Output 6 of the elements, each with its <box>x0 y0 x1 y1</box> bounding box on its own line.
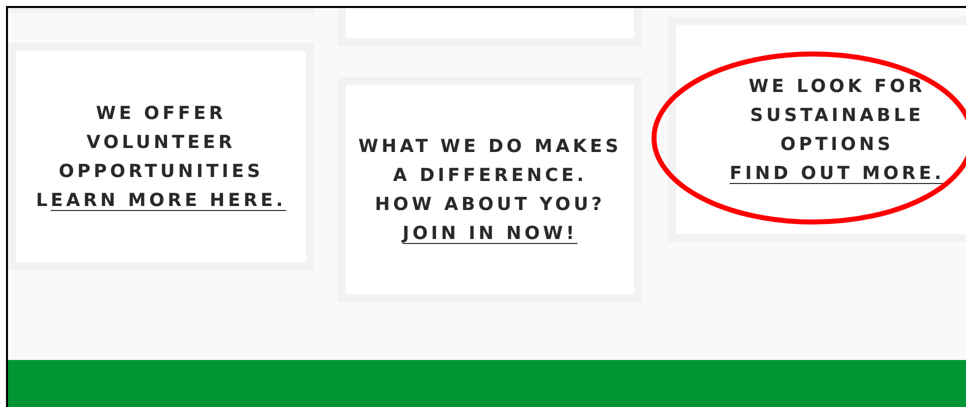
card-link[interactable]: FIND OUT MORE. <box>730 162 944 184</box>
card-text: WHAT WE DO MAKES A DIFFERENCE. HOW ABOUT YOU? JOIN IN NOW! <box>358 134 622 246</box>
card-link[interactable]: EARN MORE HERE. <box>50 190 286 210</box>
card-text: WE OFFER VOLUNTEER OPPORTUNITIES L EARN MORE HERE. <box>36 102 286 212</box>
card-text: WE LOOK FOR SUSTAINABLE OPTIONS FIND OUT MORE. <box>730 74 944 186</box>
card-link[interactable]: JOIN IN NOW! <box>402 222 578 244</box>
